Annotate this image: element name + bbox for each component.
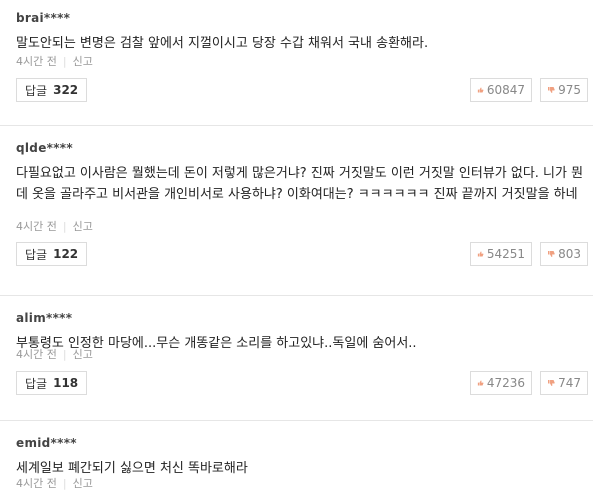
reply-label: 답글 (25, 376, 48, 391)
reply-count: 118 (53, 376, 79, 390)
meta-divider: | (62, 55, 67, 68)
report-link[interactable]: 신고 (73, 477, 93, 490)
comment-username[interactable]: alim**** (16, 311, 72, 325)
reply-count: 122 (53, 247, 79, 261)
dislike-button[interactable]: 975 (540, 78, 588, 102)
thumbs-down-icon (548, 379, 555, 387)
thumbs-down-icon (548, 86, 555, 94)
reply-label: 답글 (25, 83, 48, 98)
reply-count: 322 (53, 83, 79, 97)
reply-button[interactable]: 답글 122 (16, 242, 88, 266)
comment-time: 4시간 전 (16, 348, 57, 361)
report-link[interactable]: 신고 (73, 220, 93, 233)
dislike-count: 975 (558, 83, 581, 97)
comment-list: brai**** 말도안되는 변명은 검찰 앞에서 지껄이시고 당장 수갑 채워… (0, 0, 600, 504)
comment-text: 세계일보 폐간되기 싫으면 처신 똑바로해라 (16, 461, 248, 476)
comment-text: 부통령도 인정한 마당에...무슨 개똥같은 소리를 하고있냐..독일에 숨어서… (16, 336, 417, 351)
like-button[interactable]: 60847 (470, 78, 532, 102)
dislike-button[interactable]: 803 (540, 242, 588, 266)
dislike-button[interactable]: 747 (540, 371, 588, 395)
comment-username[interactable]: qlde**** (16, 141, 73, 155)
comment-meta: 4시간 전 | 신고 (16, 218, 93, 234)
comment-meta: 4시간 전 | 신고 (16, 53, 93, 69)
like-count: 47236 (486, 376, 525, 390)
meta-divider: | (62, 477, 67, 490)
report-link[interactable]: 신고 (73, 55, 93, 68)
dislike-count: 747 (558, 376, 581, 390)
comment-time: 4시간 전 (16, 220, 57, 233)
comment-meta: 4시간 전 | 신고 (16, 346, 93, 362)
thumbs-down-icon (548, 250, 555, 258)
comment-meta: 4시간 전 | 신고 (16, 475, 93, 491)
like-button[interactable]: 47236 (470, 371, 532, 395)
reply-button[interactable]: 답글 322 (16, 78, 88, 102)
divider (0, 420, 593, 421)
divider (0, 125, 593, 126)
divider (0, 295, 593, 296)
like-count: 54251 (486, 247, 525, 261)
report-link[interactable]: 신고 (73, 348, 93, 361)
comment-text: 다필요없고 이사람은 뭘했는데 돈이 저렇게 많은거냐? 진짜 거짓말도 이런 … (16, 166, 584, 202)
comment-username[interactable]: emid**** (16, 436, 77, 450)
like-count: 60847 (486, 83, 525, 97)
meta-divider: | (62, 220, 67, 233)
thumbs-up-icon (477, 380, 484, 386)
thumbs-up-icon (477, 251, 484, 257)
comment-username[interactable]: brai**** (16, 11, 70, 25)
like-button[interactable]: 54251 (470, 242, 532, 266)
comment-time: 4시간 전 (16, 477, 57, 490)
meta-divider: | (62, 348, 67, 361)
reply-button[interactable]: 답글 118 (16, 371, 88, 395)
comment-text: 말도안되는 변명은 검찰 앞에서 지껄이시고 당장 수갑 채워서 국내 송환해라… (16, 36, 429, 51)
comment-time: 4시간 전 (16, 55, 57, 68)
dislike-count: 803 (558, 247, 581, 261)
reply-label: 답글 (25, 247, 48, 262)
thumbs-up-icon (477, 87, 484, 93)
